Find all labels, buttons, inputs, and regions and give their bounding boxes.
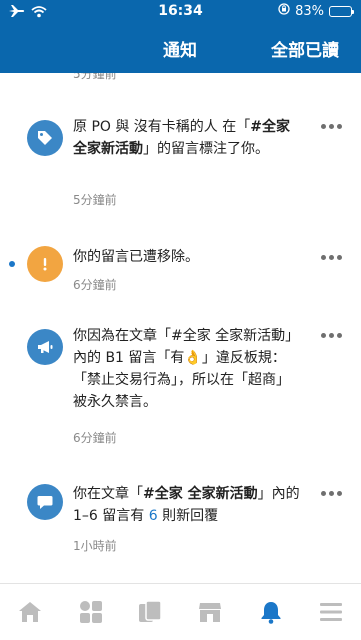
text-segment: 你在文章「 (73, 486, 143, 502)
battery-icon (329, 5, 354, 17)
notification-item[interactable]: 你因為在文章「#全家 全家新活動」內的 B1 留言「有👌」違反板規：「禁止交易行… (0, 323, 361, 463)
top-bar: 16:34 83% 通知 全部已讀 (0, 0, 361, 73)
cards-icon[interactable] (136, 598, 164, 626)
notification-time: 5分鐘前 (73, 193, 117, 207)
battery-percent: 83% (295, 3, 324, 19)
notification-time: 6分鐘前 (73, 278, 117, 292)
boards-icon[interactable] (77, 598, 105, 626)
notification-time: 6分鐘前 (73, 431, 117, 445)
more-options-icon[interactable] (321, 491, 342, 496)
shop-icon[interactable] (196, 598, 224, 626)
notification-list[interactable]: 5分鐘前 原 PO 與 沒有卡稱的人 在「#全家 全家新活動」的留言標注了你。 … (0, 73, 361, 583)
page-title: 通知 (163, 41, 197, 61)
rotation-lock-icon (278, 3, 290, 19)
notification-item[interactable]: 你在文章「#全家 全家新活動」內的 1–6 留言有 6 則新回覆 1小時前 (0, 478, 361, 578)
more-options-icon[interactable] (321, 333, 342, 338)
tag-icon (27, 120, 63, 156)
megaphone-icon (27, 329, 63, 365)
text-segment: 」的留言標注了你。 (143, 141, 269, 157)
notification-time: 5分鐘前 (73, 73, 117, 81)
home-icon[interactable] (16, 598, 44, 626)
notification-item[interactable]: 原 PO 與 沒有卡稱的人 在「#全家 全家新活動」的留言標注了你。 5分鐘前 (0, 113, 361, 243)
reply-count[interactable]: 6 (149, 508, 158, 524)
status-bar: 16:34 83% (0, 0, 361, 22)
article-title[interactable]: #全家 全家新活動 (143, 486, 258, 502)
more-options-icon[interactable] (321, 124, 342, 129)
unread-indicator (9, 261, 15, 267)
menu-icon[interactable] (317, 598, 345, 626)
status-right: 83% (278, 3, 354, 19)
text-segment: 則新回覆 (157, 508, 219, 524)
exclamation-icon (27, 246, 63, 282)
mark-all-read-button[interactable]: 全部已讀 (271, 36, 339, 61)
bell-icon[interactable] (257, 598, 285, 626)
notification-text: 你在文章「#全家 全家新活動」內的 1–6 留言有 6 則新回覆 (73, 483, 301, 527)
notification-text: 你的留言已遭移除。 (73, 249, 199, 265)
notification-text: 你因為在文章「#全家 全家新活動」內的 B1 留言「有👌」違反板規：「禁止交易行… (73, 328, 300, 410)
more-options-icon[interactable] (321, 255, 342, 260)
notification-time: 1小時前 (73, 539, 117, 553)
notification-text: 原 PO 與 沒有卡稱的人 在「#全家 全家新活動」的留言標注了你。 (73, 116, 301, 160)
notification-item[interactable]: 你的留言已遭移除。 6分鐘前 (0, 238, 361, 318)
bottom-tab-bar (0, 583, 361, 640)
text-segment: 原 PO 與 沒有卡稱的人 在「 (73, 119, 251, 135)
chat-bubble-icon (27, 484, 63, 520)
